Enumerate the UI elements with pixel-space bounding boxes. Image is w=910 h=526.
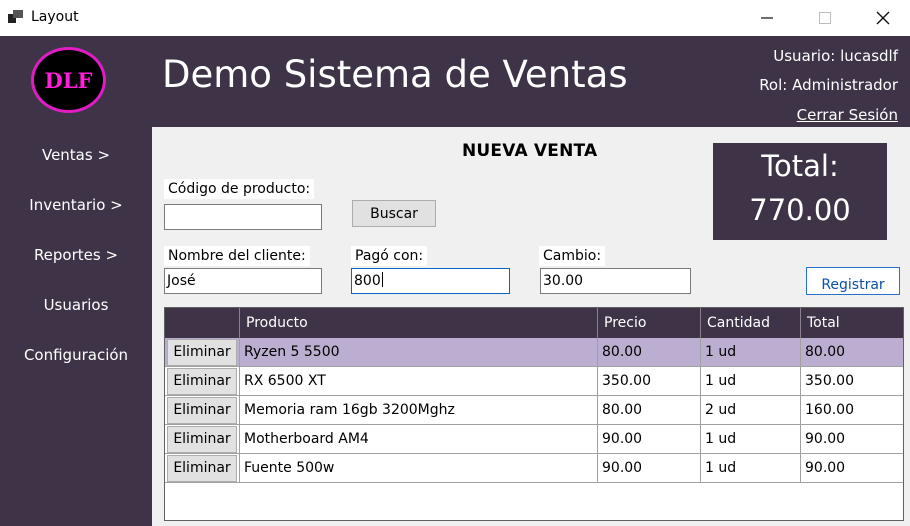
minimize-button[interactable]: [738, 0, 796, 36]
cell-quantity: 2 ud: [700, 396, 800, 424]
register-button[interactable]: Registrar: [806, 267, 900, 295]
change-input[interactable]: 30.00: [540, 268, 691, 294]
sidebar-item-usuarios[interactable]: Usuarios: [0, 296, 152, 314]
sidebar: Ventas > Inventario > Reportes > Usuario…: [0, 127, 152, 526]
close-button[interactable]: [854, 0, 910, 36]
user-label: Usuario: lucasdlf: [773, 47, 898, 65]
total-value: 770.00: [749, 193, 851, 227]
role-label: Rol: Administrador: [759, 76, 898, 94]
sale-items-table[interactable]: Producto Precio Cantidad Total Eliminar …: [164, 307, 904, 521]
cell-product: Fuente 500w: [239, 454, 597, 482]
cell-price: 80.00: [597, 338, 700, 366]
sidebar-item-inventario[interactable]: Inventario >: [0, 196, 152, 214]
cell-quantity: 1 ud: [700, 367, 800, 395]
search-button[interactable]: Buscar: [352, 200, 436, 227]
cell-price: 80.00: [597, 396, 700, 424]
cell-price: 350.00: [597, 367, 700, 395]
sidebar-item-configuracion[interactable]: Configuración: [0, 346, 152, 364]
cell-product: Ryzen 5 5500: [239, 338, 597, 366]
change-label: Cambio:: [539, 246, 606, 266]
table-row[interactable]: Eliminar Memoria ram 16gb 3200Mghz 80.00…: [165, 396, 903, 425]
column-header-action: [165, 308, 239, 338]
paid-with-label: Pagó con:: [351, 246, 428, 266]
maximize-icon: [819, 12, 831, 24]
cell-price: 90.00: [597, 454, 700, 482]
cell-product: RX 6500 XT: [239, 367, 597, 395]
table-row[interactable]: Eliminar Fuente 500w 90.00 1 ud 90.00: [165, 454, 903, 483]
cell-quantity: 1 ud: [700, 338, 800, 366]
close-icon: [876, 11, 890, 25]
client-name-value: José: [167, 273, 196, 289]
sidebar-item-reportes[interactable]: Reportes >: [0, 246, 152, 264]
delete-row-button[interactable]: Eliminar: [167, 426, 237, 453]
delete-row-button[interactable]: Eliminar: [167, 397, 237, 424]
cell-quantity: 1 ud: [700, 454, 800, 482]
total-label: Total:: [761, 149, 839, 183]
delete-row-button[interactable]: Eliminar: [167, 455, 237, 482]
table-row[interactable]: Eliminar Motherboard AM4 90.00 1 ud 90.0…: [165, 425, 903, 454]
cell-total: 90.00: [800, 425, 903, 453]
sale-panel: NUEVA VENTA Total: 770.00 Código de prod…: [152, 127, 910, 526]
cell-price: 90.00: [597, 425, 700, 453]
column-header-product: Producto: [239, 308, 597, 338]
app-title: Demo Sistema de Ventas: [162, 53, 628, 96]
logo: DLF: [31, 47, 106, 113]
paid-with-value: 800: [354, 273, 381, 289]
cell-quantity: 1 ud: [700, 425, 800, 453]
table-row[interactable]: Eliminar Ryzen 5 5500 80.00 1 ud 80.00: [165, 338, 903, 367]
logout-link[interactable]: Cerrar Sesión: [797, 106, 898, 124]
cell-product: Memoria ram 16gb 3200Mghz: [239, 396, 597, 424]
window-titlebar: Layout: [0, 0, 910, 36]
product-code-input[interactable]: [164, 204, 322, 230]
cell-total: 80.00: [800, 338, 903, 366]
paid-with-input[interactable]: 800: [351, 268, 510, 294]
cell-total: 90.00: [800, 454, 903, 482]
total-panel: Total: 770.00: [713, 143, 887, 240]
table-row[interactable]: Eliminar RX 6500 XT 350.00 1 ud 350.00: [165, 367, 903, 396]
client-name-input[interactable]: José: [164, 268, 322, 294]
logo-text: DLF: [44, 67, 93, 93]
cell-total: 350.00: [800, 367, 903, 395]
delete-row-button[interactable]: Eliminar: [167, 339, 237, 366]
text-caret: [381, 272, 383, 287]
minimize-icon: [761, 17, 773, 19]
page-title: NUEVA VENTA: [462, 141, 598, 161]
maximize-button[interactable]: [796, 0, 854, 36]
product-code-label: Código de producto:: [164, 179, 315, 199]
column-header-total: Total: [800, 308, 903, 338]
column-header-quantity: Cantidad: [700, 308, 800, 338]
table-header: Producto Precio Cantidad Total: [165, 308, 903, 338]
delete-row-button[interactable]: Eliminar: [167, 368, 237, 395]
change-value: 30.00: [543, 273, 584, 289]
column-header-price: Precio: [597, 308, 700, 338]
cell-total: 160.00: [800, 396, 903, 424]
cell-product: Motherboard AM4: [239, 425, 597, 453]
window-title: Layout: [31, 9, 79, 25]
app-window-icon: [8, 10, 24, 24]
sidebar-item-ventas[interactable]: Ventas >: [0, 146, 152, 164]
client-name-label: Nombre del cliente:: [164, 246, 310, 266]
